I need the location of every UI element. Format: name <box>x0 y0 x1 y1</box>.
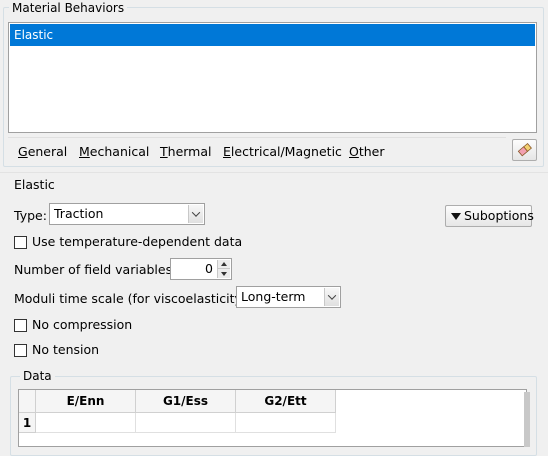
menu-mechanical-rest: echanical <box>89 144 150 159</box>
no-tension-checkbox[interactable] <box>14 344 27 357</box>
menu-electrical-mnemonic: E <box>223 144 231 159</box>
type-select-value: Traction <box>54 206 104 221</box>
moduli-label: Moduli time scale (for viscoelasticity): <box>14 291 251 306</box>
menu-general[interactable]: General <box>18 144 67 160</box>
stepper-down-icon[interactable] <box>218 269 230 278</box>
type-label: Type: <box>14 208 47 223</box>
field-vars-value: 0 <box>205 261 213 276</box>
menu-other-rest: ther <box>358 144 385 159</box>
suboptions-label: Suboptions <box>464 208 534 223</box>
menu-other[interactable]: Other <box>349 144 385 160</box>
stepper-up-icon[interactable] <box>218 260 230 269</box>
table-cell[interactable] <box>136 413 236 433</box>
temp-dependent-label: Use temperature-dependent data <box>32 234 243 249</box>
no-compression-label: No compression <box>32 317 133 332</box>
menu-thermal-rest: hermal <box>167 144 212 159</box>
type-select[interactable]: Traction <box>49 203 205 225</box>
column-header[interactable]: G1/Ess <box>136 390 236 413</box>
chevron-down-icon[interactable] <box>188 205 203 223</box>
menu-thermal[interactable]: Thermal <box>160 144 211 160</box>
data-title: Data <box>20 369 55 383</box>
no-tension-label: No tension <box>32 342 100 357</box>
column-header[interactable]: E/Enn <box>36 390 136 413</box>
moduli-select[interactable]: Long-term <box>236 286 341 308</box>
chevron-down-icon[interactable] <box>324 288 339 306</box>
row-header[interactable]: 1 <box>19 413 36 433</box>
column-header[interactable]: G2/Ett <box>236 390 336 413</box>
elastic-title: Elastic <box>14 177 55 192</box>
temp-dependent-checkbox[interactable] <box>14 236 27 249</box>
menu-mechanical[interactable]: Mechanical <box>79 144 149 160</box>
material-behaviors-list[interactable]: Elastic <box>8 22 537 133</box>
menu-general-mnemonic: G <box>18 144 28 159</box>
menu-electrical-magnetic[interactable]: Electrical/Magnetic <box>223 144 342 160</box>
triangle-down-icon <box>451 213 461 220</box>
eraser-icon <box>517 142 532 157</box>
menu-mechanical-mnemonic: M <box>79 144 90 159</box>
menu-other-mnemonic: O <box>349 144 359 159</box>
table-scrollbar[interactable] <box>524 392 530 447</box>
eraser-button[interactable] <box>512 139 537 161</box>
menu-general-rest: eneral <box>27 144 68 159</box>
menu-thermal-mnemonic: T <box>160 144 168 159</box>
field-vars-stepper[interactable]: 0 <box>170 258 232 280</box>
moduli-select-value: Long-term <box>241 289 306 304</box>
suboptions-button[interactable]: Suboptions <box>445 205 534 227</box>
section-divider <box>0 172 548 173</box>
behavior-menu-bar: General Mechanical Thermal Electrical/Ma… <box>8 137 506 165</box>
list-item-elastic[interactable]: Elastic <box>10 24 535 46</box>
row-header-corner <box>19 390 36 413</box>
table-cell[interactable] <box>236 413 336 433</box>
no-compression-checkbox[interactable] <box>14 319 27 332</box>
stepper-buttons <box>217 260 230 278</box>
material-behaviors-title: Material Behaviors <box>9 1 128 15</box>
menu-electrical-rest: lectrical/Magnetic <box>230 144 342 159</box>
table-cell[interactable] <box>36 413 136 433</box>
data-table[interactable]: E/Enn G1/Ess G2/Ett 1 <box>18 389 527 447</box>
field-vars-label: Number of field variables: <box>14 262 177 277</box>
